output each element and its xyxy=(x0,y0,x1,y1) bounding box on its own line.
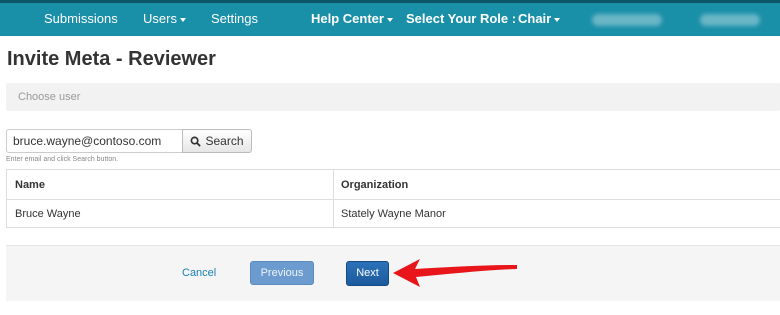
nav-submissions[interactable]: Submissions xyxy=(44,11,118,26)
current-step-label: Choose user xyxy=(18,91,81,103)
results-table: Name Organization Bruce Wayne Stately Wa… xyxy=(6,169,780,228)
red-arrow-icon xyxy=(393,259,517,287)
table-column-divider xyxy=(333,170,334,227)
chevron-down-icon xyxy=(179,17,186,22)
redacted-user-info xyxy=(592,14,662,26)
select-role-label: Select Your Role : xyxy=(406,11,517,26)
email-search-input[interactable] xyxy=(6,129,183,153)
nav-settings[interactable]: Settings xyxy=(211,11,258,26)
table-row-divider xyxy=(7,199,780,200)
next-button[interactable]: Next xyxy=(346,261,389,286)
wizard-step-bar: Choose user xyxy=(6,83,780,111)
previous-button[interactable]: Previous xyxy=(250,261,314,285)
page-title: Invite Meta - Reviewer xyxy=(7,48,216,70)
nav-help-center-label: Help Center xyxy=(311,11,384,26)
nav-help-center[interactable]: Help Center xyxy=(311,11,393,26)
role-dropdown[interactable]: Chair xyxy=(518,11,561,26)
search-button-label: Search xyxy=(205,134,244,148)
chevron-down-icon xyxy=(386,17,393,22)
search-help-text: Enter email and click Search button. xyxy=(6,156,119,163)
search-icon xyxy=(191,136,202,147)
search-button[interactable]: Search xyxy=(182,129,252,153)
cell-user-organization[interactable]: Stately Wayne Manor xyxy=(341,208,446,220)
redacted-account-menu[interactable] xyxy=(700,14,760,26)
role-dropdown-value: Chair xyxy=(518,11,552,26)
cancel-link[interactable]: Cancel xyxy=(182,267,216,279)
top-navbar: Submissions Users Settings Help Center S… xyxy=(0,0,780,36)
column-header-name: Name xyxy=(15,179,45,191)
chevron-down-icon xyxy=(554,17,561,22)
column-header-organization: Organization xyxy=(341,179,409,191)
nav-users-label: Users xyxy=(143,11,177,26)
nav-users[interactable]: Users xyxy=(143,11,186,26)
cell-user-name[interactable]: Bruce Wayne xyxy=(15,208,81,220)
